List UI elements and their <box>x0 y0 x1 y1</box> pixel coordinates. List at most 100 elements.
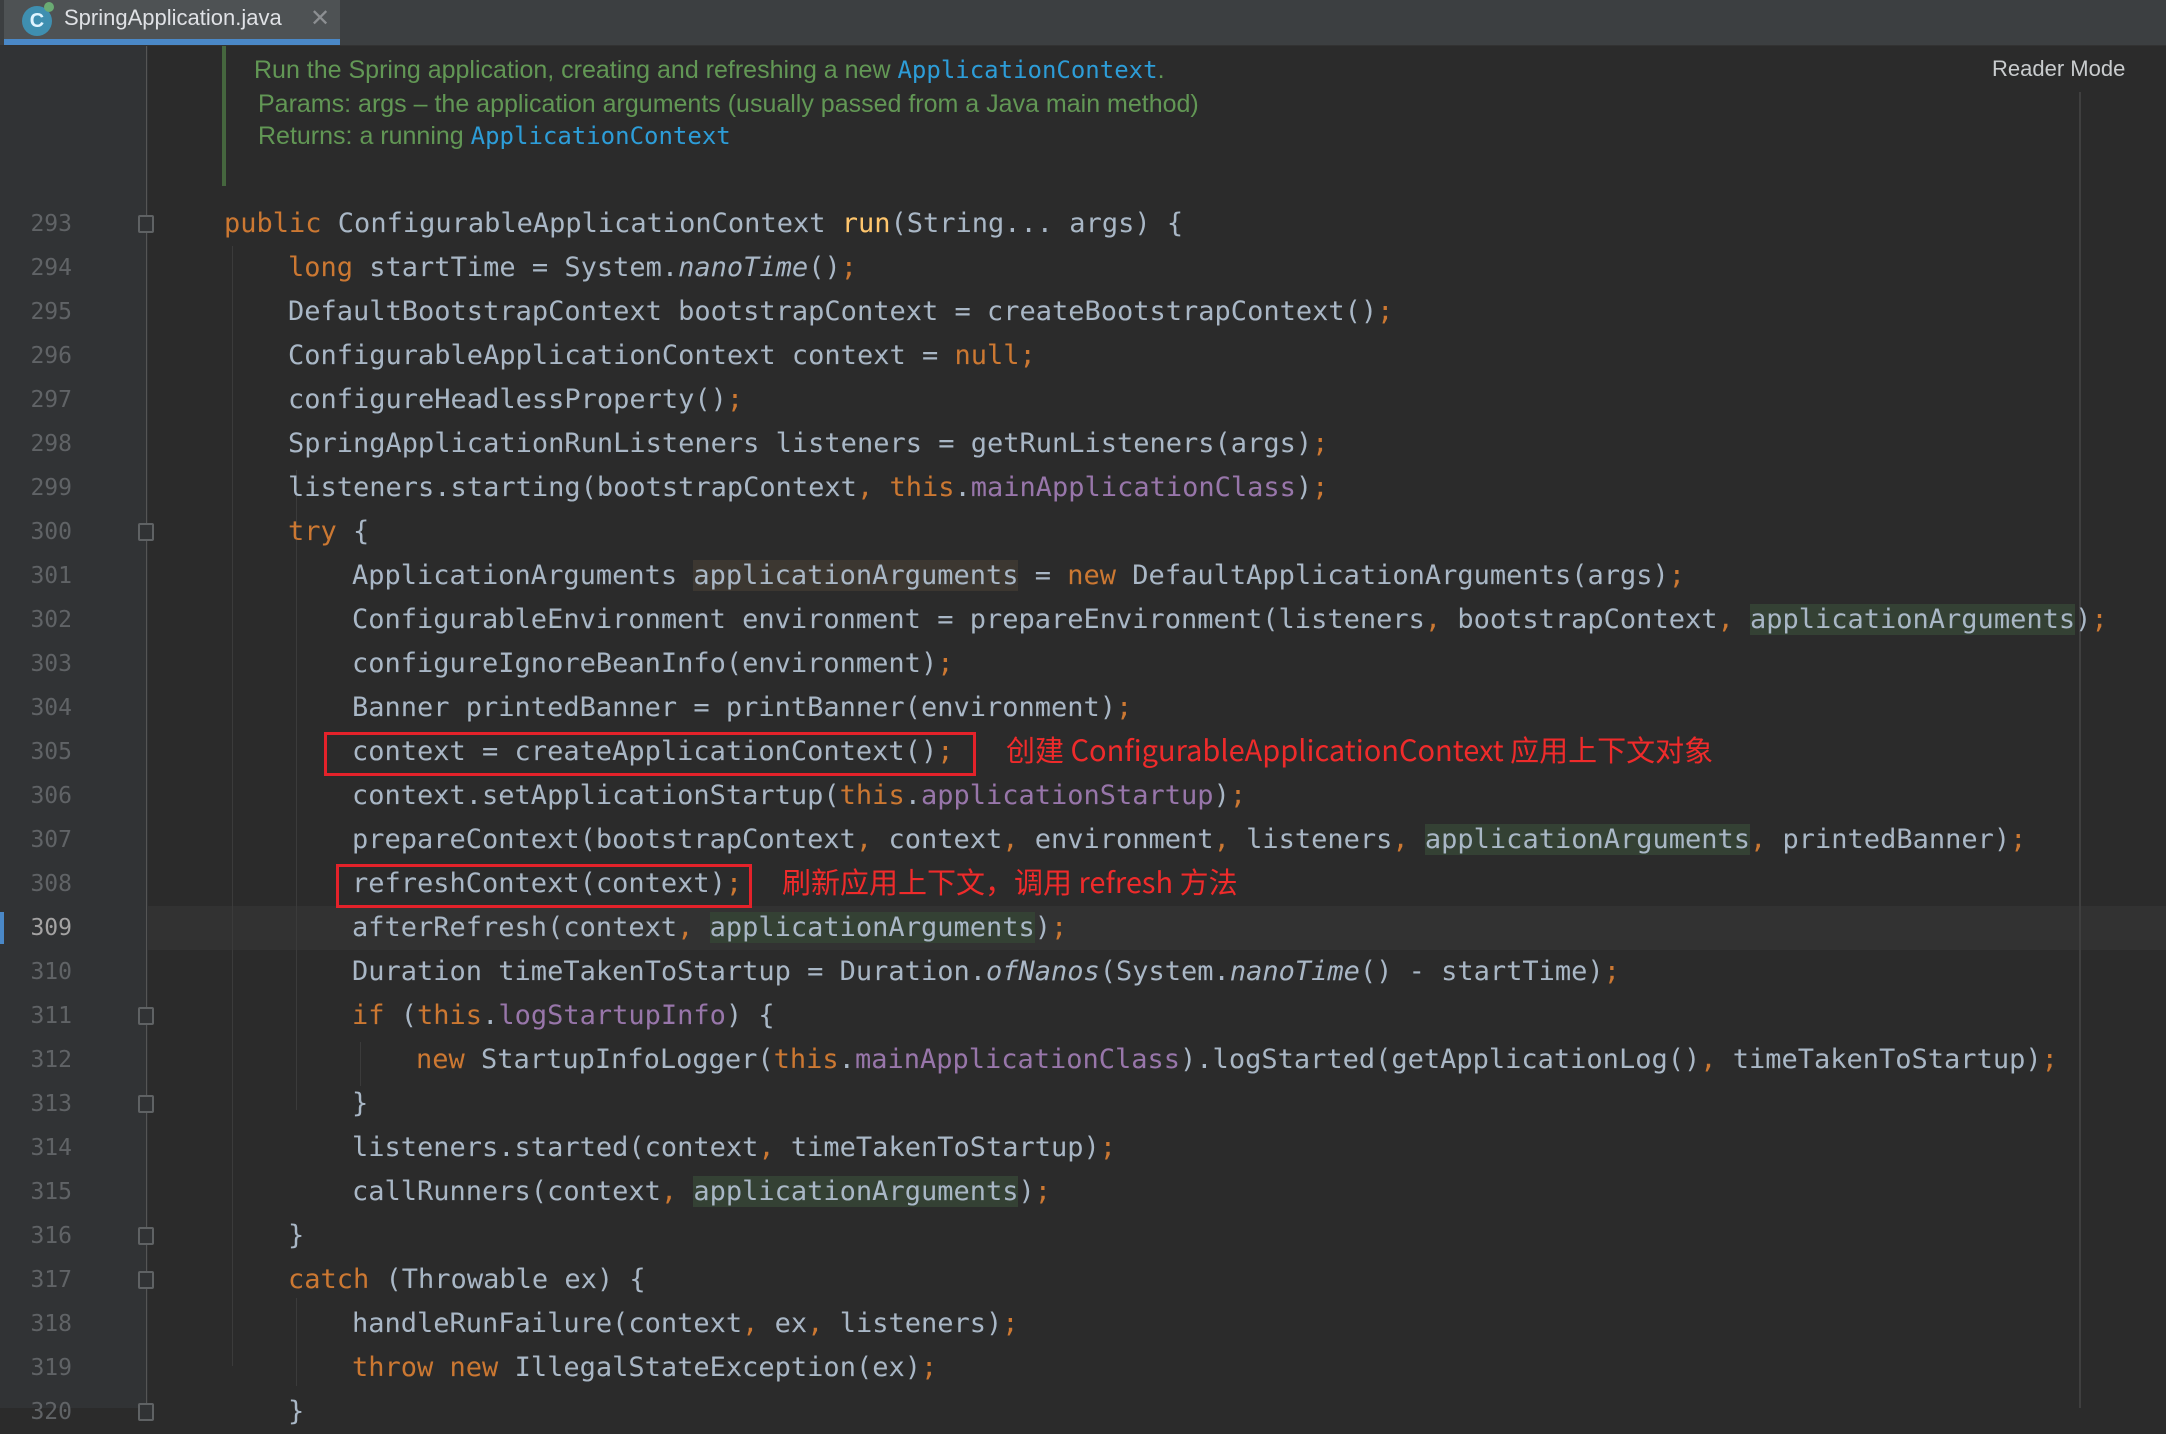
token: environment <box>1034 824 1214 855</box>
code-text: try { <box>288 510 369 554</box>
code-line-320: 320 } <box>0 1390 2166 1434</box>
code-text: ConfigurableEnvironment environment = pr… <box>352 598 2108 642</box>
line-number[interactable]: 311 <box>0 994 72 1038</box>
code-line-311: 311 if (this.logStartupInfo) { <box>0 994 2166 1038</box>
code-text: listeners.starting(bootstrapContext, thi… <box>288 466 1328 510</box>
line-number[interactable]: 307 <box>0 818 72 862</box>
token: ) <box>1295 472 1313 503</box>
code-text: context.setApplicationStartup(this.appli… <box>352 774 1246 818</box>
token: , <box>1424 604 1458 635</box>
line-number[interactable]: 299 <box>0 466 72 510</box>
token: () <box>808 252 841 283</box>
token: ex <box>774 1308 808 1339</box>
line-number[interactable]: 314 <box>0 1126 72 1170</box>
token: bootstrapContext <box>1457 604 1718 635</box>
javadoc-summary-end: . <box>1157 56 1165 84</box>
code-text: ConfigurableApplicationContext context =… <box>288 334 1036 378</box>
line-number[interactable]: 312 <box>0 1038 72 1082</box>
token: ).logStarted(getApplicationLog() <box>1180 1044 1701 1075</box>
line-number[interactable]: 295 <box>0 290 72 334</box>
annotation-create-context: 创建 ConfigurableApplicationContext 应用上下文对… <box>1006 728 1714 770</box>
token: , <box>660 1176 694 1207</box>
line-number[interactable]: 296 <box>0 334 72 378</box>
token: = <box>1018 560 1068 591</box>
token: , <box>1002 824 1035 855</box>
line-number[interactable]: 302 <box>0 598 72 642</box>
token: ; <box>2010 824 2027 855</box>
line-number[interactable]: 294 <box>0 246 72 290</box>
close-tab-icon[interactable]: ✕ <box>310 4 330 33</box>
line-number[interactable]: 293 <box>0 202 72 246</box>
fold-marker-icon[interactable] <box>138 215 154 233</box>
line-number[interactable]: 301 <box>0 554 72 598</box>
token: new <box>1067 560 1117 591</box>
code-text: listeners.started(context, timeTakenToSt… <box>352 1126 1116 1170</box>
fold-marker-icon[interactable] <box>138 523 154 541</box>
token: printedBanner) <box>1782 824 2011 855</box>
javadoc-link[interactable]: ApplicationContext <box>897 56 1157 84</box>
code-line-316: 316 } <box>0 1214 2166 1258</box>
code-line-319: 319 throw new IllegalStateException(ex); <box>0 1346 2166 1390</box>
token: { <box>336 516 370 547</box>
token: run <box>841 208 891 239</box>
code-text: if (this.logStartupInfo) { <box>352 994 775 1038</box>
fold-marker-icon[interactable] <box>138 1227 154 1245</box>
code-line-318: 318 handleRunFailure(context, ex, listen… <box>0 1302 2166 1346</box>
fold-marker-icon[interactable] <box>138 1095 154 1113</box>
token: callRunners(context <box>352 1176 661 1207</box>
line-number[interactable]: 305 <box>0 730 72 774</box>
token: StartupInfoLogger( <box>464 1044 774 1075</box>
token: IllegalStateException(ex) <box>498 1352 921 1383</box>
code-line-300: 300 try { <box>0 510 2166 554</box>
line-number[interactable]: 304 <box>0 686 72 730</box>
token: ; <box>840 252 857 283</box>
line-number[interactable]: 313 <box>0 1082 72 1126</box>
code-text: SpringApplicationRunListeners listeners … <box>288 422 1328 466</box>
line-number[interactable]: 315 <box>0 1170 72 1214</box>
returns-text: a running <box>359 122 471 150</box>
line-number[interactable]: 320 <box>0 1390 72 1434</box>
line-number[interactable]: 310 <box>0 950 72 994</box>
token: () - startTime) <box>1359 956 1604 987</box>
code-text: afterRefresh(context, applicationArgumen… <box>352 906 1067 950</box>
line-number[interactable]: 298 <box>0 422 72 466</box>
line-number[interactable]: 297 <box>0 378 72 422</box>
fold-marker-icon[interactable] <box>138 1007 154 1025</box>
token: afterRefresh(context <box>352 912 678 943</box>
token: context <box>888 824 1003 855</box>
annotation-box-create-context <box>324 732 976 776</box>
tab-springapplication-java[interactable]: C SpringApplication.java ✕ <box>4 0 340 45</box>
fold-marker-icon[interactable] <box>138 1403 154 1421</box>
token: } <box>352 1088 369 1119</box>
token: DefaultApplicationArguments(args) <box>1116 560 1669 591</box>
code-text: callRunners(context, applicationArgument… <box>352 1170 1051 1214</box>
line-number[interactable]: 317 <box>0 1258 72 1302</box>
token: . <box>954 472 971 503</box>
line-number[interactable]: 300 <box>0 510 72 554</box>
token: applicationArguments <box>693 1176 1019 1207</box>
javadoc-returns: Returns: a running ApplicationContext <box>258 122 731 151</box>
token: Duration timeTakenToStartup = Duration. <box>352 956 986 987</box>
code-text: Duration timeTakenToStartup = Duration.o… <box>352 950 1620 994</box>
annotation-box-refresh-context <box>336 864 752 908</box>
token: ; <box>1051 912 1068 943</box>
line-number[interactable]: 318 <box>0 1302 72 1346</box>
code-text: Banner printedBanner = printBanner(envir… <box>352 686 1132 730</box>
token: ; <box>1312 472 1329 503</box>
fold-marker-icon[interactable] <box>138 1271 154 1289</box>
line-number[interactable]: 309 <box>0 906 72 950</box>
javadoc-link[interactable]: ApplicationContext <box>471 122 731 150</box>
line-number[interactable]: 319 <box>0 1346 72 1390</box>
token: ; <box>2091 604 2108 635</box>
line-number[interactable]: 308 <box>0 862 72 906</box>
line-number[interactable]: 303 <box>0 642 72 686</box>
code-line-293: 293 public ConfigurableApplicationContex… <box>0 202 2166 246</box>
token: this <box>889 472 955 503</box>
line-number[interactable]: 306 <box>0 774 72 818</box>
reader-mode-button[interactable]: Reader Mode <box>1992 56 2125 82</box>
token: ; <box>937 648 954 679</box>
token: applicationArguments <box>693 560 1019 591</box>
token: listeners) <box>839 1308 1003 1339</box>
line-number[interactable]: 316 <box>0 1214 72 1258</box>
token: this <box>417 1000 483 1031</box>
